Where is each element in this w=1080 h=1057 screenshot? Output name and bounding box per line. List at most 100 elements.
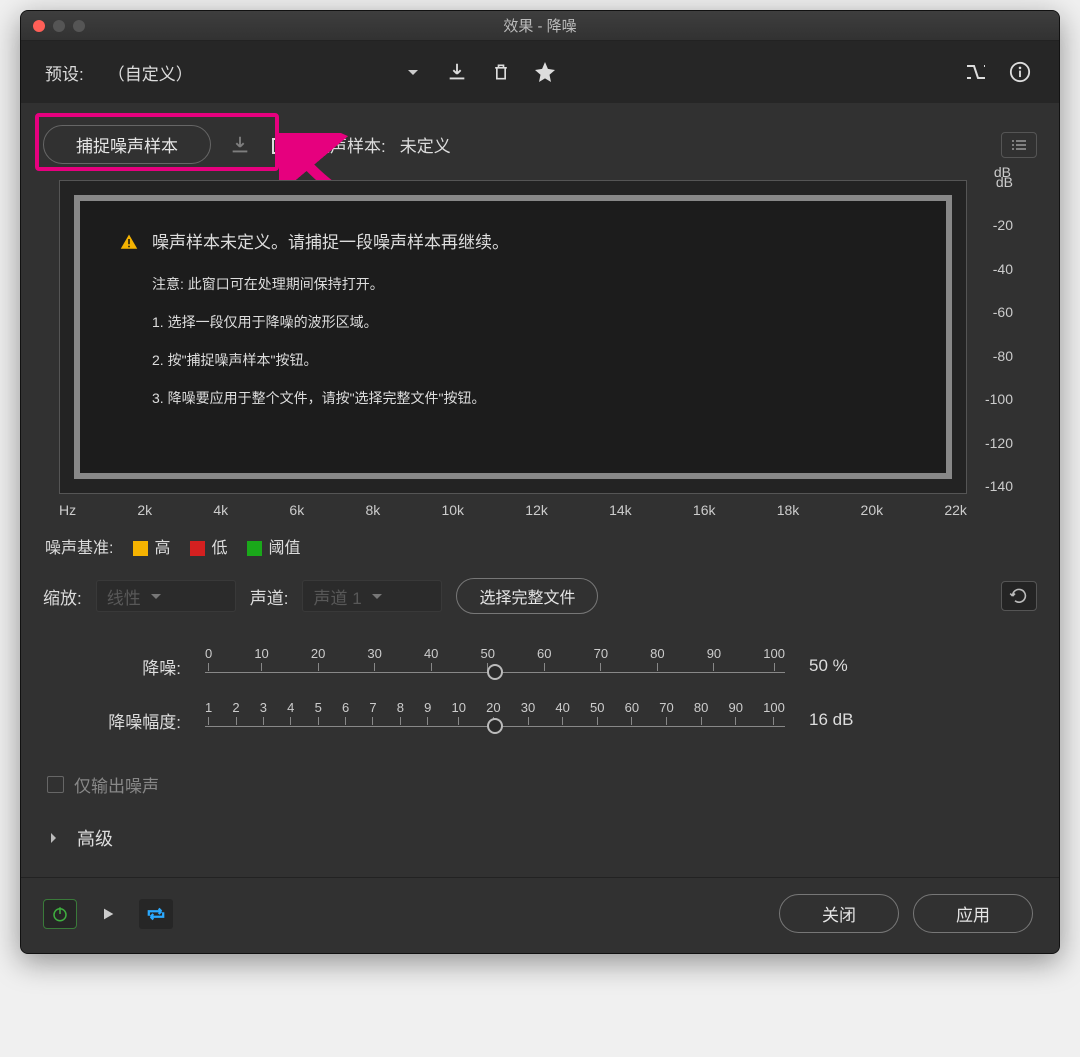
y-tick: -120 <box>969 435 1013 451</box>
slider-knob[interactable] <box>487 718 503 734</box>
x-tick: 20k <box>861 502 884 518</box>
swatch-icon <box>133 541 148 556</box>
noise-sample-label: 噪声样本: <box>313 132 386 157</box>
sliders: 降噪: 0102030405060708090100 50 % 降噪幅度: 12… <box>43 646 1037 762</box>
noise-reduction-slider-row: 降噪: 0102030405060708090100 50 % <box>93 646 1037 686</box>
overlay-warning-text: 噪声样本未定义。请捕捉一段噪声样本再继续。 <box>152 229 509 256</box>
load-sample-button[interactable] <box>269 130 299 160</box>
warning-icon <box>120 233 138 251</box>
scale-label: 缩放: <box>43 584 82 609</box>
legend-text: 阈值 <box>268 540 300 557</box>
legend-item-threshold: 阈值 <box>247 534 300 558</box>
instruction-overlay: 噪声样本未定义。请捕捉一段噪声样本再继续。 注意: 此窗口可在处理期间保持打开。… <box>74 195 952 479</box>
zoom-window-icon[interactable] <box>73 20 85 32</box>
x-tick: 6k <box>289 502 304 518</box>
close-window-icon[interactable] <box>33 20 45 32</box>
chevron-right-icon <box>51 833 61 843</box>
routing-button[interactable] <box>961 57 991 87</box>
noise-sample-value: 未定义 <box>400 132 451 157</box>
scale-dropdown[interactable]: 线性 <box>96 580 236 612</box>
overlay-step2: 2. 按"捕捉噪声样本"按钮。 <box>152 350 906 370</box>
x-tick: 2k <box>137 502 152 518</box>
advanced-label: 高级 <box>77 825 113 851</box>
preset-bar: 预设: （自定义） <box>21 41 1059 103</box>
apply-button[interactable]: 应用 <box>913 894 1033 933</box>
channel-dropdown[interactable]: 声道 1 <box>302 580 442 612</box>
output-noise-only-checkbox[interactable] <box>47 776 64 793</box>
x-tick: Hz <box>59 502 76 518</box>
reset-button[interactable] <box>1001 581 1037 611</box>
reduction-amount-slider-row: 降噪幅度: 123456789102030405060708090100 16 … <box>93 700 1037 740</box>
overlay-note: 注意: 此窗口可在处理期间保持打开。 <box>152 274 906 294</box>
output-noise-only-label: 仅输出噪声 <box>74 772 159 797</box>
list-icon <box>1010 139 1028 151</box>
info-icon <box>1009 61 1031 83</box>
x-tick: 16k <box>693 502 716 518</box>
legend-text: 高 <box>154 540 170 557</box>
loop-button[interactable] <box>139 899 173 929</box>
delete-preset-button[interactable] <box>486 57 516 87</box>
legend-item-high: 高 <box>133 534 170 558</box>
routing-icon <box>964 62 988 82</box>
x-tick: 14k <box>609 502 632 518</box>
minimize-window-icon[interactable] <box>53 20 65 32</box>
chart-frame[interactable]: 噪声样本未定义。请捕捉一段噪声样本再继续。 注意: 此窗口可在处理期间保持打开。… <box>59 180 967 494</box>
preview-play-button[interactable] <box>91 899 125 929</box>
folder-icon <box>271 135 297 155</box>
close-button[interactable]: 关闭 <box>779 894 899 933</box>
swatch-icon <box>247 541 262 556</box>
x-tick: 12k <box>525 502 548 518</box>
overlay-step1: 1. 选择一段仅用于降噪的波形区域。 <box>152 312 906 332</box>
download-icon <box>446 61 468 83</box>
footer: 关闭 应用 <box>21 877 1059 953</box>
output-noise-only-row[interactable]: 仅输出噪声 <box>43 762 1037 815</box>
x-tick: 10k <box>441 502 464 518</box>
x-tick: 8k <box>365 502 380 518</box>
reduction-amount-label: 降噪幅度: <box>93 708 181 733</box>
save-preset-button[interactable] <box>442 57 472 87</box>
chevron-down-icon <box>151 594 161 604</box>
y-tick: -80 <box>969 348 1013 364</box>
preset-value: （自定义） <box>108 60 193 85</box>
reduction-amount-slider[interactable]: 123456789102030405060708090100 <box>205 700 785 740</box>
x-tick: 22k <box>944 502 967 518</box>
noise-reduction-value: 50 % <box>809 656 919 676</box>
legend-item-low: 低 <box>190 534 227 558</box>
x-axis-ticks: Hz 2k 4k 6k 8k 10k 12k 14k 16k 18k 20k 2… <box>59 502 967 518</box>
x-tick: 18k <box>777 502 800 518</box>
legend-label: 噪声基准: <box>45 534 113 558</box>
info-button[interactable] <box>1005 57 1035 87</box>
noise-profile-chart: dB 噪声样本未定义。请捕捉一段噪声样本再继续。 注意: 此窗口可在处理期间保持… <box>43 174 1037 524</box>
swatch-icon <box>190 541 205 556</box>
legend: 噪声基准: 高 低 阈值 <box>43 528 1037 572</box>
download-icon <box>229 134 251 156</box>
chevron-down-icon <box>408 70 418 80</box>
advanced-toggle[interactable]: 高级 <box>43 815 1037 877</box>
trash-icon <box>491 61 511 83</box>
effect-dialog: 效果 - 降噪 预设: （自定义） <box>20 10 1060 954</box>
select-whole-file-button[interactable]: 选择完整文件 <box>456 578 598 614</box>
window-title: 效果 - 降噪 <box>21 15 1059 36</box>
y-tick: -40 <box>969 261 1013 277</box>
preset-label: 预设: <box>45 60 84 85</box>
y-tick: -100 <box>969 391 1013 407</box>
titlebar: 效果 - 降噪 <box>21 11 1059 41</box>
y-axis-ticks: dB -20 -40 -60 -80 -100 -120 -140 <box>969 174 1013 494</box>
y-tick: -140 <box>969 478 1013 494</box>
y-tick: -60 <box>969 304 1013 320</box>
x-tick: 4k <box>213 502 228 518</box>
power-icon <box>51 905 69 923</box>
power-toggle[interactable] <box>43 899 77 929</box>
capture-noise-button[interactable]: 捕捉噪声样本 <box>43 125 211 164</box>
channel-value: 声道 1 <box>313 584 361 609</box>
noise-reduction-slider[interactable]: 0102030405060708090100 <box>205 646 785 686</box>
slider-knob[interactable] <box>487 664 503 680</box>
scale-channel-row: 缩放: 线性 声道: 声道 1 选择完整文件 <box>43 572 1037 632</box>
window-controls <box>21 20 85 32</box>
preset-dropdown[interactable]: （自定义） <box>98 55 428 89</box>
reduction-amount-value: 16 dB <box>809 710 919 730</box>
view-list-button[interactable] <box>1001 132 1037 158</box>
y-tick: dB <box>969 174 1013 190</box>
undo-icon <box>1009 588 1029 604</box>
favorite-button[interactable] <box>530 57 560 87</box>
